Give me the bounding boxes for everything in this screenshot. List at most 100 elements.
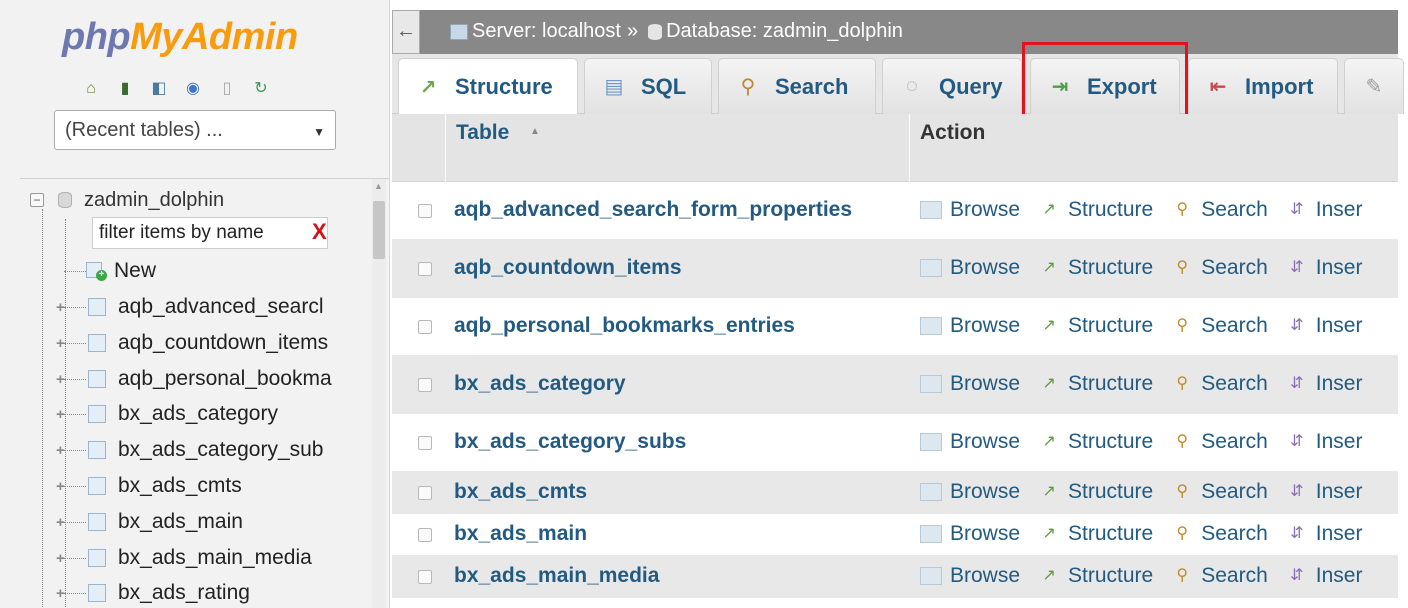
table-name-link[interactable]: aqb_countdown_items	[454, 256, 682, 280]
tree-item-table[interactable]: + bx_ads_main_media	[56, 542, 312, 574]
tree-item-table[interactable]: + bx_ads_main	[56, 506, 243, 538]
reload-icon[interactable]: ↻	[250, 78, 272, 100]
row-checkbox[interactable]	[418, 570, 432, 584]
tab-import[interactable]: ⇤ Import	[1188, 58, 1338, 114]
browse-action-link[interactable]: Browse	[920, 256, 1020, 280]
tab-operations[interactable]: ✎	[1344, 58, 1404, 114]
sql-query-icon[interactable]: ◧	[148, 78, 170, 100]
tree-item-new[interactable]: + New	[64, 255, 156, 287]
expand-icon[interactable]: +	[56, 550, 65, 567]
scrollbar-thumb[interactable]	[373, 201, 385, 259]
search-action-link[interactable]: ⚲ Search	[1171, 564, 1267, 588]
browse-action-link[interactable]: Browse	[920, 198, 1020, 222]
browse-icon	[920, 375, 942, 393]
tab-sql[interactable]: ▤ SQL	[584, 58, 712, 114]
table-name-link[interactable]: bx_ads_category	[454, 372, 626, 396]
sort-ascending-icon[interactable]: ▲	[530, 126, 540, 137]
recent-tables-select[interactable]: (Recent tables) ... ▼	[54, 110, 336, 150]
structure-action-link[interactable]: ↗ Structure	[1038, 314, 1153, 338]
tree-item-table[interactable]: + bx_ads_category	[56, 398, 278, 430]
table-name-link[interactable]: bx_ads_category_subs	[454, 430, 686, 454]
browse-action-link[interactable]: Browse	[920, 522, 1020, 546]
row-actions: Browse ↗ Structure ⚲ Search ⇵ Inser	[920, 480, 1380, 504]
table-name-link[interactable]: bx_ads_main	[454, 522, 587, 546]
row-checkbox[interactable]	[418, 204, 432, 218]
expand-icon[interactable]: +	[56, 442, 65, 459]
header-table-label[interactable]: Table	[456, 121, 509, 145]
search-action-label: Search	[1201, 522, 1268, 545]
tree-item-table[interactable]: + bx_ads_rating	[56, 577, 250, 608]
clear-filter-icon[interactable]: X	[312, 219, 327, 245]
collapse-icon[interactable]: −	[30, 193, 44, 207]
structure-action-link[interactable]: ↗ Structure	[1038, 256, 1153, 280]
tree-item-table[interactable]: + aqb_advanced_searcl	[56, 291, 324, 323]
expand-icon[interactable]: +	[56, 335, 65, 352]
structure-action-link[interactable]: ↗ Structure	[1038, 564, 1153, 588]
insert-action-link[interactable]: ⇵ Inser	[1286, 256, 1362, 280]
search-action-link[interactable]: ⚲ Search	[1171, 314, 1267, 338]
table-icon	[88, 298, 106, 316]
search-action-link[interactable]: ⚲ Search	[1171, 522, 1268, 546]
insert-action-link[interactable]: ⇵ Inser	[1286, 522, 1362, 546]
structure-action-link[interactable]: ↗ Structure	[1038, 480, 1153, 504]
structure-action-link[interactable]: ↗ Structure	[1038, 430, 1153, 454]
insert-action-link[interactable]: ⇵ Inser	[1286, 430, 1362, 454]
insert-action-link[interactable]: ⇵ Inser	[1286, 564, 1362, 588]
row-checkbox[interactable]	[418, 528, 432, 542]
tab-search[interactable]: ⚲ Search	[718, 58, 876, 114]
search-action-link[interactable]: ⚲ Search	[1171, 256, 1267, 280]
collapse-navigation-button[interactable]: ←	[392, 10, 420, 54]
home-icon[interactable]: ⌂	[80, 78, 102, 100]
phpmyadmin-logo[interactable]: phpMyAdmin	[62, 16, 298, 59]
row-checkbox[interactable]	[418, 436, 432, 450]
browse-action-link[interactable]: Browse	[920, 480, 1020, 504]
row-checkbox[interactable]	[418, 320, 432, 334]
breadcrumb-database[interactable]: Database: zadmin_dolphin	[666, 20, 903, 43]
exit-icon[interactable]: ▮	[114, 78, 136, 100]
expand-icon[interactable]: +	[56, 514, 65, 531]
insert-action-link[interactable]: ⇵ Inser	[1286, 480, 1362, 504]
search-action-link[interactable]: ⚲ Search	[1171, 430, 1267, 454]
search-action-link[interactable]: ⚲ Search	[1171, 372, 1267, 396]
insert-action-link[interactable]: ⇵ Inser	[1286, 372, 1362, 396]
breadcrumb-server[interactable]: Server: localhost	[472, 20, 621, 43]
expand-icon[interactable]: +	[56, 585, 65, 602]
browse-action-link[interactable]: Browse	[920, 564, 1020, 588]
tree-item-table[interactable]: + bx_ads_category_sub	[56, 434, 323, 466]
tab-query[interactable]: ◌ Query	[882, 58, 1022, 114]
table-name-link[interactable]: aqb_personal_bookmarks_entries	[454, 314, 795, 338]
row-checkbox[interactable]	[418, 378, 432, 392]
help-icon[interactable]: ◉	[182, 78, 204, 100]
table-column-header[interactable]: Table ▲	[446, 114, 910, 182]
browse-action-link[interactable]: Browse	[920, 314, 1020, 338]
tree-database-name[interactable]: zadmin_dolphin	[84, 189, 224, 212]
table-name-link[interactable]: bx_ads_main_media	[454, 564, 659, 588]
expand-icon[interactable]: +	[56, 299, 65, 316]
expand-icon[interactable]: +	[56, 406, 65, 423]
documentation-icon[interactable]: ▯	[216, 78, 238, 100]
tree-item-table[interactable]: + bx_ads_cmts	[56, 470, 242, 502]
tree-item-table[interactable]: + aqb_personal_bookma	[56, 363, 332, 395]
expand-icon[interactable]: +	[56, 478, 65, 495]
tree-item-table[interactable]: + aqb_countdown_items	[56, 327, 328, 359]
structure-action-link[interactable]: ↗ Structure	[1038, 372, 1153, 396]
tab-structure[interactable]: ↗ Structure	[398, 58, 578, 115]
row-checkbox[interactable]	[418, 262, 432, 276]
insert-action-link[interactable]: ⇵ Inser	[1286, 198, 1362, 222]
search-action-link[interactable]: ⚲ Search	[1171, 480, 1267, 504]
insert-action-link[interactable]: ⇵ Inser	[1286, 314, 1362, 338]
expand-icon[interactable]: +	[56, 371, 65, 388]
search-action-link[interactable]: ⚲ Search	[1171, 198, 1267, 222]
tree-scrollbar[interactable]: ▲	[372, 179, 386, 608]
scroll-up-icon[interactable]: ▲	[374, 181, 383, 191]
tree-item-label: bx_ads_rating	[118, 581, 250, 604]
structure-action-link[interactable]: ↗ Structure	[1038, 198, 1153, 222]
tree-database-node[interactable]: − zadmin_dolphin	[30, 187, 224, 213]
table-name-link[interactable]: aqb_advanced_search_form_properties	[454, 198, 852, 222]
row-checkbox[interactable]	[418, 486, 432, 500]
filter-input[interactable]: filter items by name	[92, 217, 328, 249]
browse-action-link[interactable]: Browse	[920, 372, 1020, 396]
browse-action-link[interactable]: Browse	[920, 430, 1020, 454]
structure-action-link[interactable]: ↗ Structure	[1038, 522, 1153, 546]
table-name-link[interactable]: bx_ads_cmts	[454, 480, 587, 504]
